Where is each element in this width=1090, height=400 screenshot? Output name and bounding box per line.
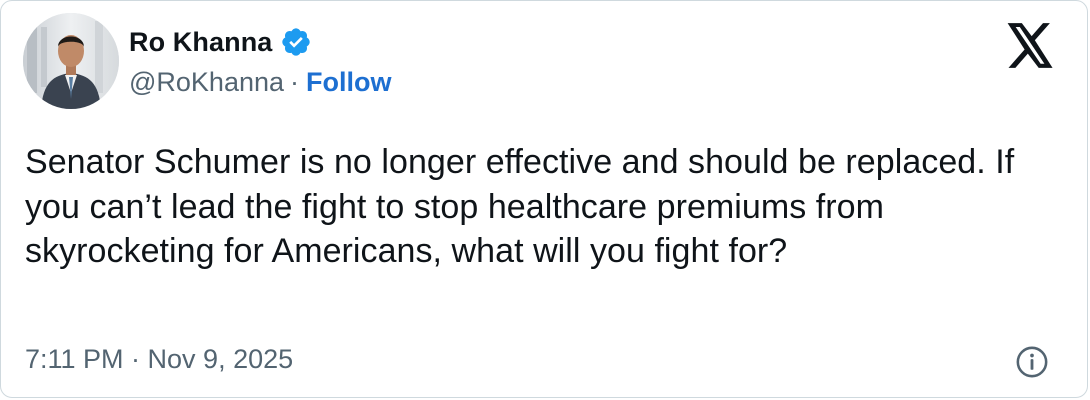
x-logo-icon[interactable]: [1005, 23, 1055, 69]
name-row: Ro Khanna: [129, 23, 392, 61]
tweet-card: Ro Khanna @RoKhanna · Follow Senator Sch…: [0, 0, 1088, 398]
tweet-header: Ro Khanna @RoKhanna · Follow: [129, 23, 392, 98]
author-display-name[interactable]: Ro Khanna: [129, 27, 272, 58]
handle-row: @RoKhanna · Follow: [129, 67, 392, 98]
verified-badge-icon: [280, 26, 312, 58]
avatar[interactable]: [23, 13, 119, 109]
info-icon[interactable]: [1015, 345, 1049, 379]
handle-separator: ·: [290, 67, 300, 97]
tweet-text: Senator Schumer is no longer effective a…: [25, 143, 1015, 270]
follow-button[interactable]: Follow: [306, 67, 391, 98]
tweet-timestamp[interactable]: 7:11 PM · Nov 9, 2025: [25, 344, 293, 375]
author-handle[interactable]: @RoKhanna: [129, 67, 284, 98]
